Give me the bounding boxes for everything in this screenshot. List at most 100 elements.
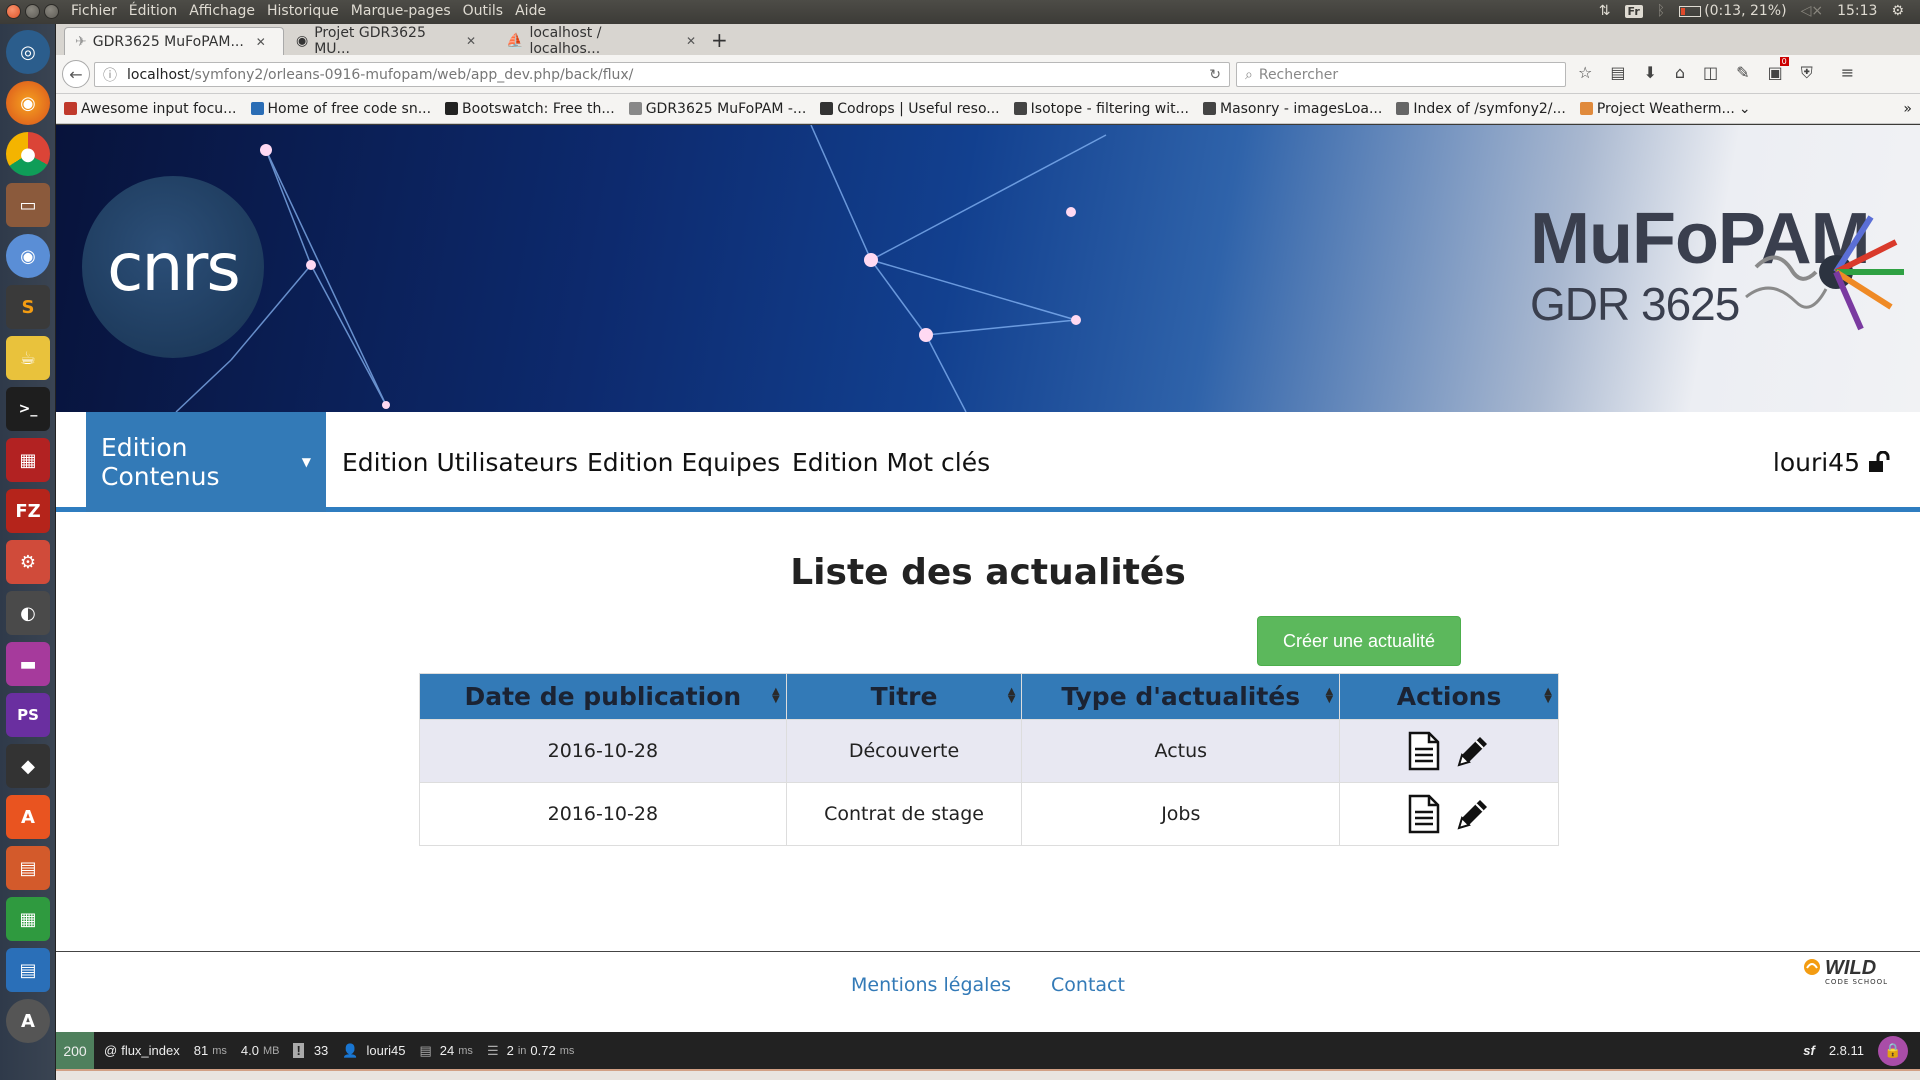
hamburger-menu-icon[interactable]: ≡ (1841, 63, 1854, 83)
tab-close-icon[interactable]: ✕ (256, 35, 266, 49)
search-bar[interactable]: ⌕ Rechercher (1236, 62, 1566, 87)
menu-edition[interactable]: Édition (129, 3, 177, 19)
network-icon[interactable]: ⇅ (1599, 3, 1611, 19)
bookmark-item[interactable]: Bootswatch: Free th... (445, 101, 615, 117)
nav-edition-contenus[interactable]: Edition Contenus ▼ (86, 412, 326, 512)
menu-historique[interactable]: Historique (267, 3, 339, 19)
tab-close-icon[interactable]: ✕ (686, 34, 696, 48)
debug-database[interactable]: ☰ 2 in 0.72 ms (487, 1043, 574, 1059)
debug-user[interactable]: 👤 louri45 (342, 1043, 405, 1059)
column-header-title[interactable]: Titre ▲ ▼ (785, 673, 1023, 720)
update-manager-icon[interactable]: A (6, 999, 50, 1043)
shield-icon[interactable]: ⛨ (1801, 63, 1813, 83)
debug-route[interactable]: @ flux_index (104, 1043, 180, 1058)
terminal-icon[interactable]: >_ (6, 387, 50, 431)
edit-pencil-icon[interactable] (1455, 733, 1491, 769)
new-tab-button[interactable]: + (711, 28, 728, 52)
chromium-icon[interactable]: ◉ (6, 234, 50, 278)
bluetooth-icon[interactable]: ᛒ (1657, 3, 1665, 19)
menu-aide[interactable]: Aide (515, 3, 546, 19)
column-header-type[interactable]: Type d'actualités ▲ ▼ (1021, 673, 1341, 720)
download-icon[interactable]: ⬇ (1643, 63, 1656, 83)
view-document-icon[interactable] (1407, 731, 1441, 771)
window-close-button[interactable] (6, 4, 21, 19)
debug-time[interactable]: 81 ms (194, 1043, 227, 1058)
sort-icon[interactable]: ▲ ▼ (1008, 687, 1016, 705)
software-center-icon[interactable]: A (6, 795, 50, 839)
edit-pencil-icon[interactable] (1455, 796, 1491, 832)
sort-icon[interactable]: ▲ ▼ (772, 687, 780, 705)
pocket-icon[interactable]: ◫ (1703, 63, 1718, 83)
bookmarks-overflow-icon[interactable]: » (1903, 101, 1912, 117)
bookmark-item[interactable]: Isotope - filtering wit... (1013, 101, 1189, 117)
tab-close-icon[interactable]: ✕ (466, 34, 476, 48)
notifications-icon[interactable]: ▣ 0 (1768, 57, 1789, 83)
footer-link-mentions-legales[interactable]: Mentions légales (851, 974, 1011, 996)
window-maximize-button[interactable] (44, 4, 59, 19)
app-window-icon[interactable]: ▬ (6, 642, 50, 686)
http-status-badge[interactable]: 200 (56, 1032, 94, 1069)
dash-home-icon[interactable]: ◎ (6, 30, 50, 74)
settings-gear-icon[interactable]: ⚙ (1891, 3, 1904, 19)
menu-fichier[interactable]: Fichier (71, 3, 117, 19)
home-icon[interactable]: ⌂ (1675, 63, 1685, 83)
gimp-icon[interactable]: ◐ (6, 591, 50, 635)
bookmark-item[interactable]: Codrops | Useful reso... (820, 101, 1000, 117)
debug-memory[interactable]: 4.0 MB (241, 1043, 280, 1058)
unlock-icon[interactable] (1868, 451, 1890, 473)
calc-icon[interactable]: ▦ (6, 897, 50, 941)
reload-icon[interactable]: ↻ (1209, 67, 1221, 83)
wild-code-school-logo[interactable]: WILD CODE SCHOOL (1803, 958, 1888, 986)
phpstorm-icon[interactable]: PS (6, 693, 50, 737)
system-settings-icon[interactable]: ⚙ (6, 540, 50, 584)
firefox-icon[interactable]: ◉ (6, 81, 50, 125)
sublime-text-icon[interactable]: S (6, 285, 50, 329)
column-header-date[interactable]: Date de publication ▲ ▼ (419, 673, 787, 720)
tab-phpmyadmin[interactable]: ⛵ localhost / localhos... ✕ (496, 25, 706, 57)
debug-logs[interactable]: ! 33 (293, 1043, 328, 1058)
bookmark-folder[interactable]: Project Weatherm... ⌄ (1579, 101, 1751, 117)
file-manager-icon[interactable]: ▭ (6, 183, 50, 227)
url-bar[interactable]: ⓘ localhost /symfony2/orleans-0916-mufop… (94, 62, 1230, 87)
tools-icon[interactable]: ✎ (1736, 63, 1749, 83)
bookmark-item[interactable]: Home of free code sn... (250, 101, 431, 117)
column-header-actions[interactable]: Actions ▲ ▼ (1339, 673, 1559, 720)
menu-affichage[interactable]: Affichage (189, 3, 255, 19)
reading-list-icon[interactable]: ▤ (1610, 63, 1625, 83)
inkscape-icon[interactable]: ◆ (6, 744, 50, 788)
bookmark-item[interactable]: Awesome input focu... (64, 101, 237, 117)
window-minimize-button[interactable] (25, 4, 40, 19)
back-button[interactable]: ← (62, 60, 90, 88)
sort-icon[interactable]: ▲ ▼ (1325, 687, 1333, 705)
bookmark-item[interactable]: Masonry - imagesLoa... (1202, 101, 1382, 117)
keyboard-indicator[interactable]: Fr (1624, 4, 1643, 18)
toolbar-lock-icon[interactable]: 🔒 (1878, 1035, 1908, 1066)
debug-twig[interactable]: ▤ 24 ms (420, 1043, 473, 1059)
battery-indicator[interactable]: (0:13, 21%) (1679, 3, 1787, 19)
footer-link-contact[interactable]: Contact (1051, 974, 1125, 996)
filezilla-icon[interactable]: FZ (6, 489, 50, 533)
menu-marque-pages[interactable]: Marque-pages (351, 3, 451, 19)
chrome-icon[interactable]: ● (6, 132, 50, 176)
menu-outils[interactable]: Outils (463, 3, 503, 19)
nav-edition-mot-cles[interactable]: Edition Mot clés (792, 412, 990, 512)
tea-kettle-icon[interactable]: ☕ (6, 336, 50, 380)
tab-projet[interactable]: ◉ Projet GDR3625 MU... ✕ (286, 25, 486, 57)
volume-icon[interactable]: ◁× (1801, 3, 1824, 19)
writer-icon[interactable]: ▤ (6, 948, 50, 992)
workspace-switcher-icon[interactable]: ▦ (6, 438, 50, 482)
nav-edition-equipes[interactable]: Edition Equipes (587, 412, 780, 512)
tab-mufopam[interactable]: ✈ GDR3625 MuFoPAM... ✕ (64, 27, 284, 55)
view-document-icon[interactable] (1407, 794, 1441, 834)
info-icon[interactable]: ⓘ (103, 65, 117, 85)
impress-icon[interactable]: ▤ (6, 846, 50, 890)
bookmark-star-icon[interactable]: ☆ (1578, 63, 1592, 83)
nav-edition-utilisateurs[interactable]: Edition Utilisateurs (342, 412, 578, 512)
symfony-logo-icon[interactable]: sf (1803, 1043, 1815, 1058)
sort-icon[interactable]: ▲ ▼ (1544, 687, 1552, 705)
cnrs-logo[interactable]: cnrs (82, 176, 264, 358)
bookmark-item[interactable]: Index of /symfony2/... (1396, 101, 1566, 117)
create-news-button[interactable]: Créer une actualité (1257, 616, 1461, 666)
bookmark-item[interactable]: GDR3625 MuFoPAM -... (628, 101, 806, 117)
clock[interactable]: 15:13 (1837, 3, 1877, 19)
